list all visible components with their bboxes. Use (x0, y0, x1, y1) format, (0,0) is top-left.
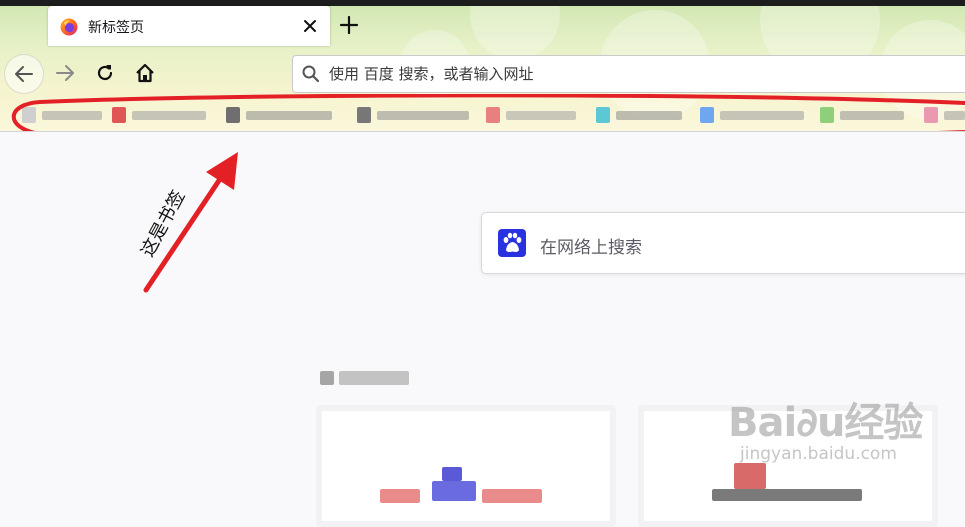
toolbar-divider (0, 131, 965, 132)
tile-thumbnail (734, 463, 766, 489)
section-icon (320, 371, 334, 385)
theme-decoration (470, 0, 560, 60)
baidu-paw-icon (498, 229, 526, 257)
home-button[interactable] (130, 58, 160, 88)
search-icon (302, 65, 320, 83)
watermark-logo: Bai∂u经验 (728, 400, 923, 446)
close-icon[interactable] (300, 16, 320, 36)
tab-title: 新标签页 (88, 20, 144, 36)
tab-new-tab[interactable]: 新标签页 (48, 6, 330, 46)
reload-icon (97, 65, 113, 81)
tile-thumbnail (442, 467, 462, 481)
forward-button[interactable] (50, 58, 80, 88)
firefox-icon (60, 18, 78, 36)
plus-icon[interactable] (338, 14, 360, 36)
bookmarks-highlight-ellipse (11, 94, 965, 132)
top-sites-header (320, 370, 414, 389)
home-icon (136, 63, 154, 83)
tile-thumbnail (432, 481, 476, 501)
web-search-box[interactable]: 在网络上搜索 (481, 212, 965, 274)
back-arrow-icon (15, 66, 33, 82)
forward-arrow-icon (56, 65, 74, 81)
section-title (339, 371, 409, 385)
top-site-tile[interactable] (316, 405, 616, 527)
reload-button[interactable] (90, 58, 120, 88)
address-bar[interactable] (292, 55, 965, 93)
tile-thumbnail (712, 489, 862, 501)
url-input[interactable] (329, 62, 929, 86)
tile-thumbnail (482, 489, 542, 503)
tile-thumbnail (380, 489, 420, 503)
browser-chrome: 新标签页 (0, 0, 965, 132)
baidu-jingyan-watermark: Bai∂u经验 jingyan.baidu.com (728, 390, 923, 464)
watermark-url: jingyan.baidu.com (740, 444, 897, 464)
web-search-placeholder: 在网络上搜索 (540, 238, 642, 258)
back-button[interactable] (4, 54, 44, 94)
